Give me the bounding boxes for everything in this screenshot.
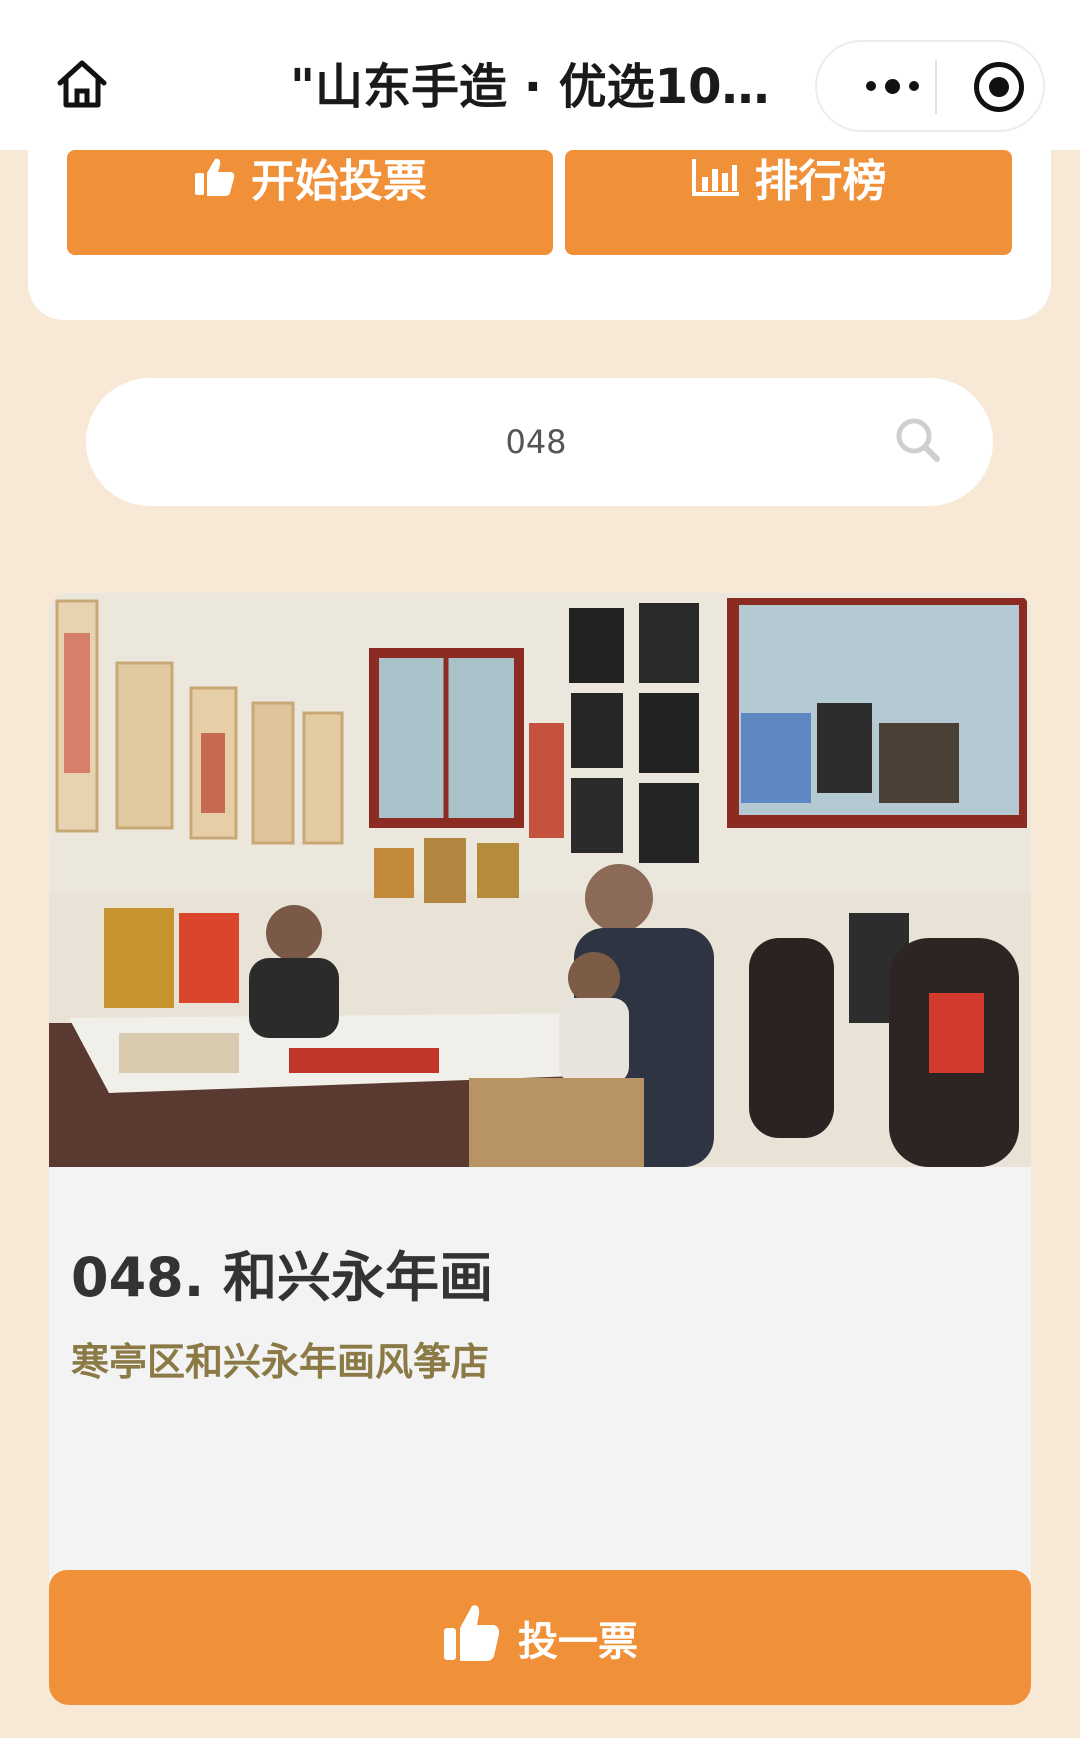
page-title: "山东手造 · 优选10… bbox=[290, 59, 770, 115]
home-icon bbox=[56, 59, 108, 113]
search-box bbox=[86, 378, 993, 506]
candidate-card: 048. 和兴永年画 寒亭区和兴永年画风筝店 投一票 bbox=[49, 593, 1031, 1705]
record-circle-icon[interactable] bbox=[974, 62, 1024, 112]
candidate-photo bbox=[49, 593, 1031, 1167]
search-icon[interactable] bbox=[892, 414, 946, 472]
ranking-label: 排行榜 bbox=[754, 155, 887, 207]
candidate-subtitle: 寒亭区和兴永年画风筝店 bbox=[71, 1340, 490, 1384]
vote-button-label: 投一票 bbox=[518, 1618, 638, 1665]
thumbs-up-icon bbox=[442, 1602, 502, 1674]
vote-button[interactable]: 投一票 bbox=[49, 1570, 1031, 1705]
capsule-divider bbox=[935, 60, 937, 114]
mini-program-capsule bbox=[815, 40, 1045, 132]
home-button[interactable] bbox=[40, 44, 124, 128]
thumbs-up-icon bbox=[193, 155, 237, 199]
search-input[interactable] bbox=[206, 412, 866, 472]
ranking-button[interactable]: 排行榜 bbox=[565, 150, 1012, 255]
start-vote-button[interactable]: 开始投票 bbox=[67, 150, 553, 255]
more-dots-icon[interactable] bbox=[847, 42, 937, 130]
page: 开始投票 排行榜 "山东手造 · 优选10… 048 048. 和兴永年画 寒亭… bbox=[0, 0, 1080, 1738]
candidate-title: 048. 和兴永年画 bbox=[71, 1246, 494, 1309]
navbar: "山东手造 · 优选10… bbox=[0, 0, 1080, 150]
start-vote-label: 开始投票 bbox=[251, 155, 427, 207]
bar-chart-icon bbox=[691, 157, 741, 197]
